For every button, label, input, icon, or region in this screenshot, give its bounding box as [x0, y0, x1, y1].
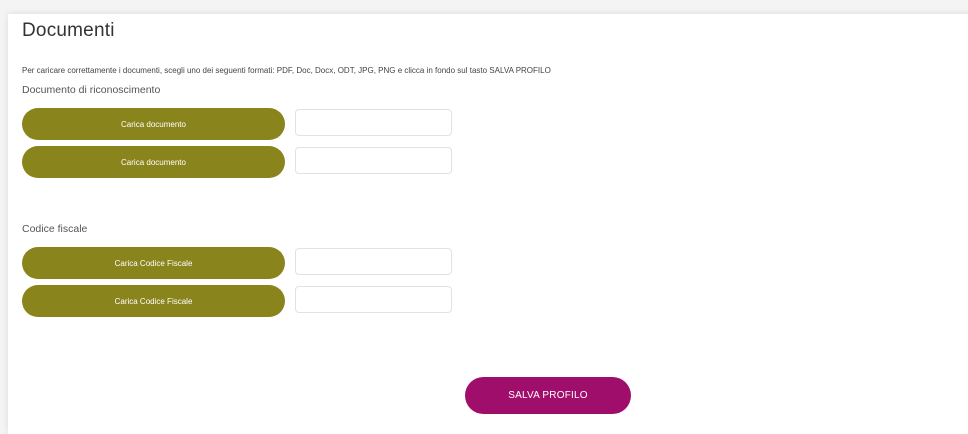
upload-id-document-button[interactable]: Carica documento [22, 146, 285, 178]
format-instructions: Per caricare correttamente i documenti, … [22, 66, 551, 75]
tax-code-file-field[interactable] [295, 248, 452, 275]
save-profile-button[interactable]: SALVA PROFILO [465, 377, 631, 414]
id-document-file-field[interactable] [295, 109, 452, 136]
upload-tax-code-button[interactable]: Carica Codice Fiscale [22, 247, 285, 279]
page-title: Documenti [22, 20, 115, 41]
upload-tax-code-button[interactable]: Carica Codice Fiscale [22, 285, 285, 317]
tax-code-file-field[interactable] [295, 286, 452, 313]
section-label-tax-code: Codice fiscale [22, 223, 88, 235]
id-document-file-field[interactable] [295, 147, 452, 174]
upload-id-document-button[interactable]: Carica documento [22, 108, 285, 140]
section-label-id-document: Documento di riconoscimento [22, 84, 161, 96]
documents-card: Documenti Per caricare correttamente i d… [8, 14, 968, 434]
